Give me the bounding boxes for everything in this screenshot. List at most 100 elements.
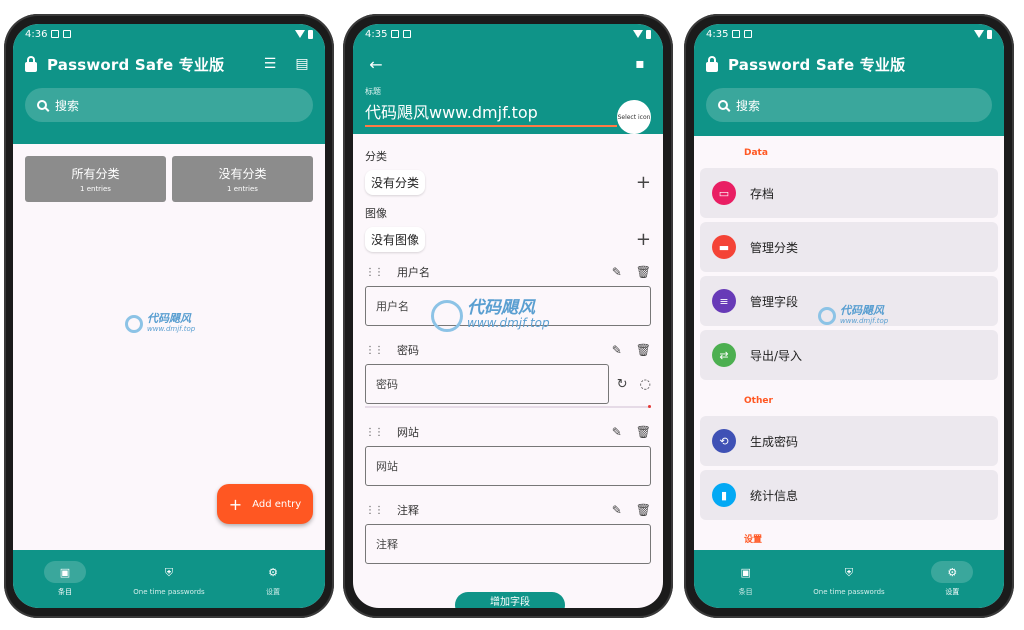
- shield-icon: ⛨: [164, 566, 174, 579]
- list-view-icon[interactable]: ▤: [291, 53, 313, 75]
- nav-otp[interactable]: ⛨ One time passwords: [117, 550, 221, 608]
- search-input[interactable]: 搜索: [25, 88, 313, 122]
- category-name: 没有分类: [218, 167, 267, 181]
- add-image-icon[interactable]: +: [636, 229, 651, 250]
- password-row: 密码 ↻ ◌: [353, 364, 663, 404]
- setting-export-import[interactable]: ⇄ 导出/导入: [700, 330, 998, 380]
- drag-handle-icon[interactable]: ⋮⋮: [365, 427, 384, 438]
- drag-handle-icon[interactable]: ⋮⋮: [365, 505, 384, 516]
- repeat-icon: ⟲: [712, 429, 736, 453]
- category-card-none[interactable]: 没有分类 1 entries: [172, 156, 313, 202]
- status-bar: 4:36: [13, 24, 325, 44]
- plus-icon: +: [228, 494, 243, 514]
- add-entry-label: Add entry: [252, 498, 302, 510]
- nav-entries[interactable]: ▣ 条目: [694, 550, 797, 608]
- field-name: 用户名: [397, 266, 430, 279]
- nav-label: 条目: [738, 588, 753, 596]
- clipboard-icon: ▣: [740, 565, 751, 579]
- category-label: 分类: [365, 150, 387, 163]
- gear-icon: ⚙: [931, 561, 974, 583]
- category-grid: 所有分类 1 entries 没有分类 1 entries: [13, 144, 325, 214]
- category-card-all[interactable]: 所有分类 1 entries: [25, 156, 166, 202]
- status-bar: 4:35: [694, 24, 1004, 44]
- setting-statistics[interactable]: ▮ 统计信息: [700, 470, 998, 520]
- setting-label: 管理字段: [750, 294, 799, 309]
- field-name: 网站: [397, 426, 419, 439]
- delete-icon[interactable]: 🗑: [636, 503, 651, 517]
- category-count: 1 entries: [227, 185, 258, 193]
- notification-icon: [732, 30, 741, 38]
- save-icon[interactable]: ▪: [629, 53, 651, 75]
- edit-icon[interactable]: ✎: [612, 425, 622, 439]
- notification-icon: [391, 30, 400, 38]
- add-category-icon[interactable]: +: [636, 172, 651, 193]
- setting-manage-categories[interactable]: ▬ 管理分类: [700, 222, 998, 272]
- add-field-button[interactable]: 增加字段: [455, 592, 565, 608]
- clipboard-icon: ▣: [44, 561, 86, 583]
- status-time: 4:36: [25, 28, 48, 40]
- category-name: 所有分类: [71, 167, 120, 181]
- gear-icon: ⚙: [268, 565, 278, 579]
- field-header-notes: ⋮⋮ 注释 ✎ 🗑: [353, 486, 663, 524]
- setting-archive[interactable]: ▭ 存档: [700, 168, 998, 218]
- app-title: Password Safe 专业版: [728, 55, 906, 74]
- drag-handle-icon[interactable]: ⋮⋮: [365, 267, 384, 278]
- nav-settings[interactable]: ⚙ 设置: [901, 550, 1004, 608]
- select-icon-button[interactable]: Select icon: [617, 100, 651, 134]
- back-arrow-icon[interactable]: ←: [365, 53, 387, 75]
- regenerate-icon[interactable]: ↻: [617, 377, 628, 392]
- delete-icon[interactable]: 🗑: [636, 265, 651, 279]
- status-time: 4:35: [706, 28, 729, 40]
- phone-entries: 4:36 Password Safe 专业版 ☰ ▤ 搜索 所有分类 1 ent…: [4, 14, 334, 618]
- delete-icon[interactable]: 🗑: [636, 425, 651, 439]
- watermark-url: www.dmjf.top: [840, 317, 889, 325]
- wifi-icon: [974, 30, 984, 38]
- lock-icon: [25, 55, 37, 72]
- sim-icon: [403, 30, 412, 38]
- visibility-off-icon[interactable]: ◌: [640, 377, 651, 392]
- setting-label: 导出/导入: [750, 348, 803, 363]
- group-title-data: Data: [744, 148, 768, 158]
- app-bar: ← ▪: [365, 44, 651, 84]
- image-label: 图像: [365, 207, 387, 220]
- status-time: 4:35: [365, 28, 388, 40]
- watermark-logo-icon: [818, 307, 836, 325]
- bar-chart-icon: ▮: [712, 483, 736, 507]
- search-input[interactable]: 搜索: [706, 88, 992, 122]
- setting-generate-password[interactable]: ⟲ 生成密码: [700, 416, 998, 466]
- watermark-url: www.dmjf.top: [147, 325, 196, 333]
- screen-entries: 4:36 Password Safe 专业版 ☰ ▤ 搜索 所有分类 1 ent…: [13, 24, 325, 608]
- edit-icon[interactable]: ✎: [612, 265, 622, 279]
- nav-otp[interactable]: ⛨ One time passwords: [797, 550, 900, 608]
- app-title: Password Safe 专业版: [47, 55, 225, 74]
- website-field[interactable]: 网站: [365, 446, 651, 486]
- edit-icon[interactable]: ✎: [612, 343, 622, 357]
- nav-settings[interactable]: ⚙ 设置: [221, 550, 325, 608]
- search-placeholder: 搜索: [736, 98, 761, 113]
- image-chip[interactable]: 没有图像: [365, 227, 426, 252]
- notification-icon: [51, 30, 60, 38]
- edit-icon[interactable]: ✎: [612, 503, 622, 517]
- watermark-brand: 代码飓风: [147, 312, 191, 325]
- list-icon: ≡: [712, 289, 736, 313]
- password-field[interactable]: 密码: [365, 364, 609, 404]
- field-header-website: ⋮⋮ 网站 ✎ 🗑: [353, 408, 663, 446]
- sort-icon[interactable]: ☰: [259, 53, 281, 75]
- nav-label: One time passwords: [133, 588, 205, 596]
- nav-label: 设置: [266, 588, 280, 596]
- lock-icon: [706, 55, 718, 72]
- drag-handle-icon[interactable]: ⋮⋮: [365, 345, 384, 356]
- category-chip[interactable]: 没有分类: [365, 170, 426, 195]
- battery-icon: [987, 29, 992, 39]
- notes-field[interactable]: 注释: [365, 524, 651, 564]
- delete-icon[interactable]: 🗑: [636, 343, 651, 357]
- title-input[interactable]: 代码飓风www.dmjf.top: [365, 99, 617, 127]
- bottom-nav: ▣ 条目 ⛨ One time passwords ⚙ 设置: [13, 550, 325, 608]
- group-title-other: Other: [744, 396, 773, 406]
- watermark-brand: 代码飓风: [840, 304, 884, 317]
- add-entry-button[interactable]: + Add entry: [217, 484, 313, 524]
- nav-entries[interactable]: ▣ 条目: [13, 550, 117, 608]
- label-icon: ▬: [712, 235, 736, 259]
- category-count: 1 entries: [80, 185, 111, 193]
- setting-label: 生成密码: [750, 434, 799, 449]
